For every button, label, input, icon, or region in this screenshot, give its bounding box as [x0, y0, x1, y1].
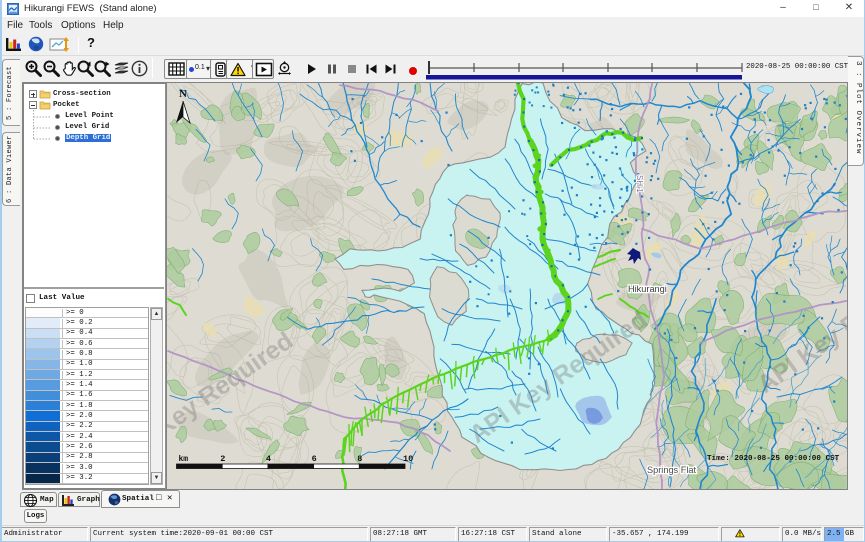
- svg-text:Hikurangi: Hikurangi: [628, 284, 667, 294]
- svg-text:Time: 2020-08-25 00:00:00 CST: Time: 2020-08-25 00:00:00 CST: [707, 455, 840, 463]
- svg-text:4: 4: [266, 454, 271, 464]
- svg-text:km: km: [179, 455, 189, 464]
- svg-text:Springs Flat: Springs Flat: [647, 465, 696, 475]
- svg-text:N: N: [179, 88, 187, 100]
- svg-text:10: 10: [403, 454, 413, 464]
- svg-text:SH 1: SH 1: [635, 175, 644, 193]
- svg-text:8: 8: [357, 454, 362, 464]
- svg-text:2: 2: [220, 454, 225, 464]
- svg-text:6: 6: [312, 454, 317, 464]
